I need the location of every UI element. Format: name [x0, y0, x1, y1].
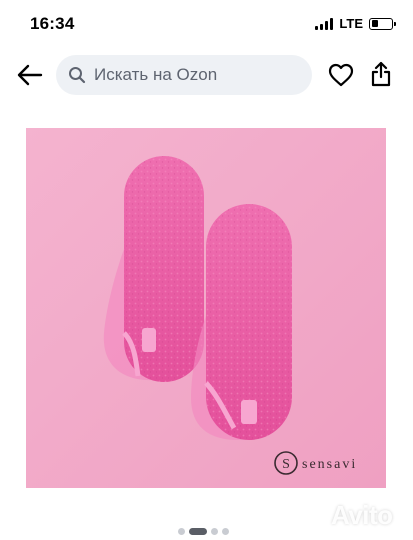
- network-type: LTE: [339, 16, 363, 31]
- top-navigation: Искать на Ozon: [0, 50, 413, 100]
- heart-icon: [328, 63, 354, 87]
- avito-logo-icon: [303, 506, 327, 525]
- back-button[interactable]: [14, 60, 46, 90]
- cellular-signal-icon: [315, 17, 334, 30]
- status-time: 16:34: [30, 14, 75, 33]
- slippers-photo: S sensavi: [26, 128, 386, 488]
- product-image[interactable]: S sensavi: [26, 128, 386, 488]
- search-icon: [69, 67, 86, 84]
- brand-logo-text: sensavi: [302, 457, 357, 472]
- carousel-dot-active[interactable]: [189, 528, 207, 535]
- arrow-left-icon: [17, 64, 43, 86]
- image-carousel-indicator[interactable]: [178, 528, 229, 535]
- search-input[interactable]: Искать на Ozon: [56, 55, 312, 95]
- search-placeholder: Искать на Ozon: [94, 65, 218, 84]
- battery-icon: [369, 17, 396, 30]
- share-button[interactable]: [366, 59, 396, 89]
- watermark-text: Avito: [331, 500, 393, 530]
- carousel-dot[interactable]: [178, 528, 185, 535]
- status-bar: 16:34 LTE: [0, 0, 413, 50]
- carousel-dot[interactable]: [211, 528, 218, 535]
- avito-watermark: Avito: [302, 500, 393, 531]
- share-icon: [371, 61, 391, 87]
- status-indicators: LTE: [315, 16, 396, 31]
- battery-level: [371, 20, 379, 27]
- svg-text:S: S: [282, 457, 290, 472]
- favorite-button[interactable]: [326, 61, 356, 89]
- carousel-dot[interactable]: [222, 528, 229, 535]
